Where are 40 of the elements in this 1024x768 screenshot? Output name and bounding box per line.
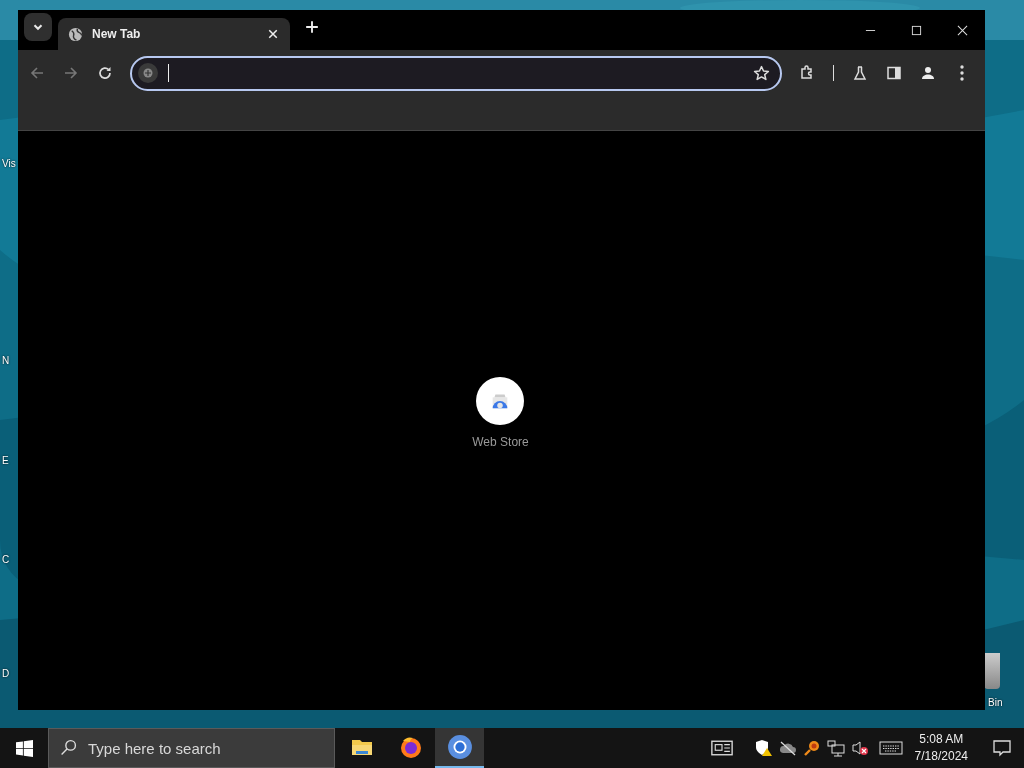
star-icon[interactable] [753,64,771,82]
reload-icon [97,65,114,81]
browser-tab[interactable]: New Tab [58,18,290,50]
person-icon [919,65,936,81]
browser-logo-icon [446,734,473,760]
browser-logo-button[interactable] [435,728,484,768]
clock[interactable]: 5:08 AM 7/18/2024 [908,731,974,765]
shield-warning-icon[interactable] [754,739,773,757]
browser-logo-icon [398,735,423,759]
web-store-shortcut-icon[interactable] [476,377,525,425]
search-field[interactable]: Type here to search [48,728,335,768]
flask-icon [851,65,868,81]
magnifier-icon[interactable] [802,739,821,757]
side-panel-icon [885,65,902,81]
close-icon [956,24,968,36]
plus-icon [305,20,319,34]
desktop-icon-label[interactable]: Bin [986,697,1003,708]
desktop-icon-label[interactable]: C [0,554,10,565]
menu-icon [959,65,964,81]
forward-arrow-icon [63,65,80,81]
desktop-icon-label[interactable]: D [0,668,10,679]
tab-search-button[interactable] [24,13,52,41]
shortcut-label[interactable]: Web Store [472,435,529,449]
cloud-off-icon[interactable] [778,739,797,757]
desktop-icon-label[interactable]: Vis [0,158,16,169]
desktop-icon-label[interactable]: E [0,455,9,466]
desktop-icon-label[interactable]: N [0,355,10,366]
globe-icon [68,26,83,42]
back-arrow-icon [29,65,46,81]
page-icon [138,63,159,83]
speaker-muted-icon[interactable] [850,739,869,757]
maximize-icon [910,24,922,36]
news-icon[interactable] [708,739,735,757]
network-icon[interactable] [826,739,845,757]
close-tab-icon[interactable] [266,27,280,41]
windows-logo-icon [15,739,33,757]
clock-time: 5:08 AM [919,731,964,748]
address-bar[interactable] [130,55,783,91]
keyboard-icon[interactable] [878,739,903,757]
notifications-icon[interactable] [992,739,1012,757]
